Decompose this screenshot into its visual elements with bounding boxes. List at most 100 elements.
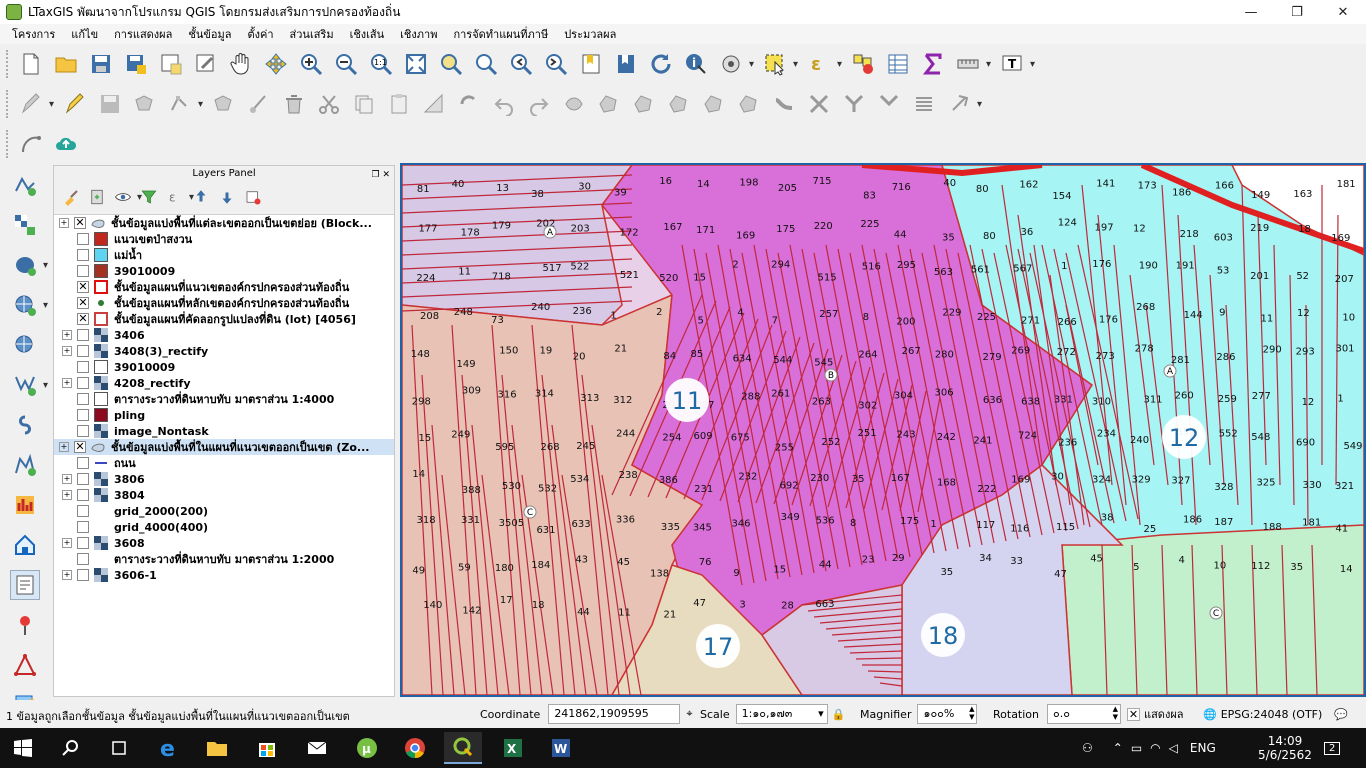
manage-themes-eye-icon[interactable] xyxy=(112,186,142,208)
layer-visibility-checkbox[interactable]: ✕ xyxy=(74,217,86,229)
pan-to-selection-icon[interactable] xyxy=(261,49,291,79)
language-indicator[interactable]: ENG xyxy=(1190,741,1216,755)
split-parts-icon[interactable] xyxy=(804,89,834,119)
attribute-table-icon[interactable] xyxy=(883,49,913,79)
undo-icon[interactable] xyxy=(489,89,519,119)
add-wms-layer-icon[interactable] xyxy=(10,290,48,320)
filter-expression-icon[interactable]: ε xyxy=(164,186,194,208)
layer-visibility-checkbox[interactable] xyxy=(77,553,89,565)
maximize-button[interactable]: ❐ xyxy=(1274,0,1320,24)
toggle-editing-icon[interactable] xyxy=(60,89,90,119)
expand-toggle-icon[interactable]: + xyxy=(59,218,69,228)
collapse-all-icon[interactable] xyxy=(216,186,238,208)
layer-visibility-checkbox[interactable]: ✕ xyxy=(77,297,89,309)
toolbar-grip[interactable] xyxy=(6,50,10,78)
mail-icon[interactable] xyxy=(298,732,336,764)
layer-row[interactable]: ถนน xyxy=(54,455,394,471)
refresh-icon[interactable] xyxy=(646,49,676,79)
menu-tax-map[interactable]: การจัดทำแผนที่ภาษี xyxy=(445,25,556,43)
rotation-spinbox[interactable]: ๐.๐ ▲ ▼ xyxy=(1047,704,1122,724)
toolbar-grip[interactable] xyxy=(6,130,10,158)
delete-ring-icon[interactable] xyxy=(664,89,694,119)
digitize-shape-icon[interactable] xyxy=(419,89,449,119)
deselect-all-icon[interactable] xyxy=(848,49,878,79)
statistics-sigma-icon[interactable] xyxy=(918,49,948,79)
scale-combobox[interactable]: 1:๑๐,๑๗๓ ▾ xyxy=(735,704,828,724)
paste-features-icon[interactable] xyxy=(384,89,414,119)
remove-layer-icon[interactable] xyxy=(242,186,264,208)
expand-toggle-icon[interactable]: + xyxy=(62,570,72,580)
pin-marker-icon[interactable] xyxy=(10,610,40,640)
expand-toggle-icon[interactable]: + xyxy=(62,378,72,388)
vertex-tool-icon[interactable] xyxy=(165,89,203,119)
fill-ring-icon[interactable] xyxy=(629,89,659,119)
pan-hand-icon[interactable] xyxy=(226,49,256,79)
layer-row[interactable]: pling xyxy=(54,407,394,423)
open-project-icon[interactable] xyxy=(51,49,81,79)
zoom-last-icon[interactable] xyxy=(506,49,536,79)
add-virtual-layer-icon[interactable] xyxy=(10,410,40,440)
new-bookmark-icon[interactable] xyxy=(576,49,606,79)
select-by-expression-icon[interactable]: ε xyxy=(804,49,842,79)
search-icon[interactable] xyxy=(52,732,90,764)
expand-toggle-icon[interactable]: + xyxy=(59,442,69,452)
zoom-to-layer-icon[interactable] xyxy=(471,49,501,79)
merge-attributes-icon[interactable] xyxy=(874,89,904,119)
layer-row[interactable]: + ✕ ชั้นข้อมูลแบ่งพื้นที่แต่ละเขตออกเป็นเข… xyxy=(54,215,394,231)
layer-row[interactable]: +3806 xyxy=(54,471,394,487)
close-button[interactable]: ✕ xyxy=(1320,0,1366,24)
layer-row[interactable]: grid_2000(200) xyxy=(54,503,394,519)
map-svg[interactable]: 81 40 1338303916 14 198 20571583716 4080 162154… xyxy=(402,165,1364,695)
zoom-to-selection-icon[interactable] xyxy=(436,49,466,79)
expand-toggle-icon[interactable]: + xyxy=(62,538,72,548)
add-postgis-layer-icon[interactable] xyxy=(10,250,48,280)
menu-edit[interactable]: แก้ไข xyxy=(63,25,106,43)
expand-toggle-icon[interactable]: + xyxy=(62,490,72,500)
zoom-native-icon[interactable]: 1:1 xyxy=(366,49,396,79)
spin-arrows-icon[interactable]: ▲ ▼ xyxy=(1113,705,1118,721)
triangle-measure-icon[interactable] xyxy=(10,650,40,680)
save-as-icon[interactable] xyxy=(121,49,151,79)
magnifier-spinbox[interactable]: ๑๐๐% ▲ ▼ xyxy=(917,704,978,724)
layer-row[interactable]: 39010009 xyxy=(54,263,394,279)
cut-features-icon[interactable] xyxy=(314,89,344,119)
trace-tool-icon[interactable] xyxy=(16,129,46,159)
tax-map-icon[interactable] xyxy=(10,490,40,520)
excel-icon[interactable]: X xyxy=(494,732,532,764)
layer-row[interactable]: ตารางระวางที่ดินหาบทับ มาตราส่วน 1:4000 xyxy=(54,391,394,407)
task-view-icon[interactable] xyxy=(100,732,138,764)
reshape-icon[interactable] xyxy=(699,89,729,119)
rotate-point-symbols-icon[interactable] xyxy=(909,89,939,119)
run-action-icon[interactable] xyxy=(716,49,754,79)
menu-raster[interactable]: เชิงภาพ xyxy=(392,25,445,43)
simplify-icon[interactable] xyxy=(559,89,589,119)
layer-row[interactable]: 39010009 xyxy=(54,359,394,375)
layer-row[interactable]: แนวเขตป่าสงวน xyxy=(54,231,394,247)
messages-icon[interactable]: 💬 xyxy=(1334,708,1348,721)
add-spatialite-icon[interactable] xyxy=(10,450,40,480)
copy-features-icon[interactable] xyxy=(349,89,379,119)
layer-row[interactable]: ✕ ชั้นข้อมูลแผนที่หลักเขตองค์กรปกครองส่วน… xyxy=(54,295,394,311)
add-delimited-text-icon[interactable] xyxy=(10,370,48,400)
layer-row[interactable]: +4208_rectify xyxy=(54,375,394,391)
zoom-in-icon[interactable] xyxy=(296,49,326,79)
add-feature-icon[interactable] xyxy=(130,89,160,119)
offset-curve-icon[interactable] xyxy=(734,89,764,119)
zone-number-label[interactable]: 17 xyxy=(703,633,734,661)
layer-visibility-checkbox[interactable] xyxy=(77,489,89,501)
identify-icon[interactable]: i xyxy=(681,49,711,79)
select-features-icon[interactable] xyxy=(760,49,798,79)
save-edits-icon[interactable] xyxy=(95,89,125,119)
layer-visibility-checkbox[interactable] xyxy=(77,233,89,245)
expand-toggle-icon[interactable]: + xyxy=(62,346,72,356)
layer-visibility-checkbox[interactable] xyxy=(77,345,89,357)
file-explorer-icon[interactable] xyxy=(198,732,236,764)
layer-row[interactable]: ตารางระวางที่ดินหาบทับ มาตราส่วน 1:2000 xyxy=(54,551,394,567)
map-canvas[interactable]: 81 40 13 38 30 39 16 14 198 205 715 83 716 40 80 162 154… xyxy=(400,163,1366,697)
layer-visibility-checkbox[interactable] xyxy=(77,537,89,549)
zoom-out-icon[interactable] xyxy=(331,49,361,79)
spin-arrows-icon[interactable]: ▲ ▼ xyxy=(969,705,974,721)
layer-row[interactable]: แม่น้ำ xyxy=(54,247,394,263)
chevron-down-icon[interactable]: ▾ xyxy=(818,705,824,723)
layer-row[interactable]: +3406 xyxy=(54,327,394,343)
